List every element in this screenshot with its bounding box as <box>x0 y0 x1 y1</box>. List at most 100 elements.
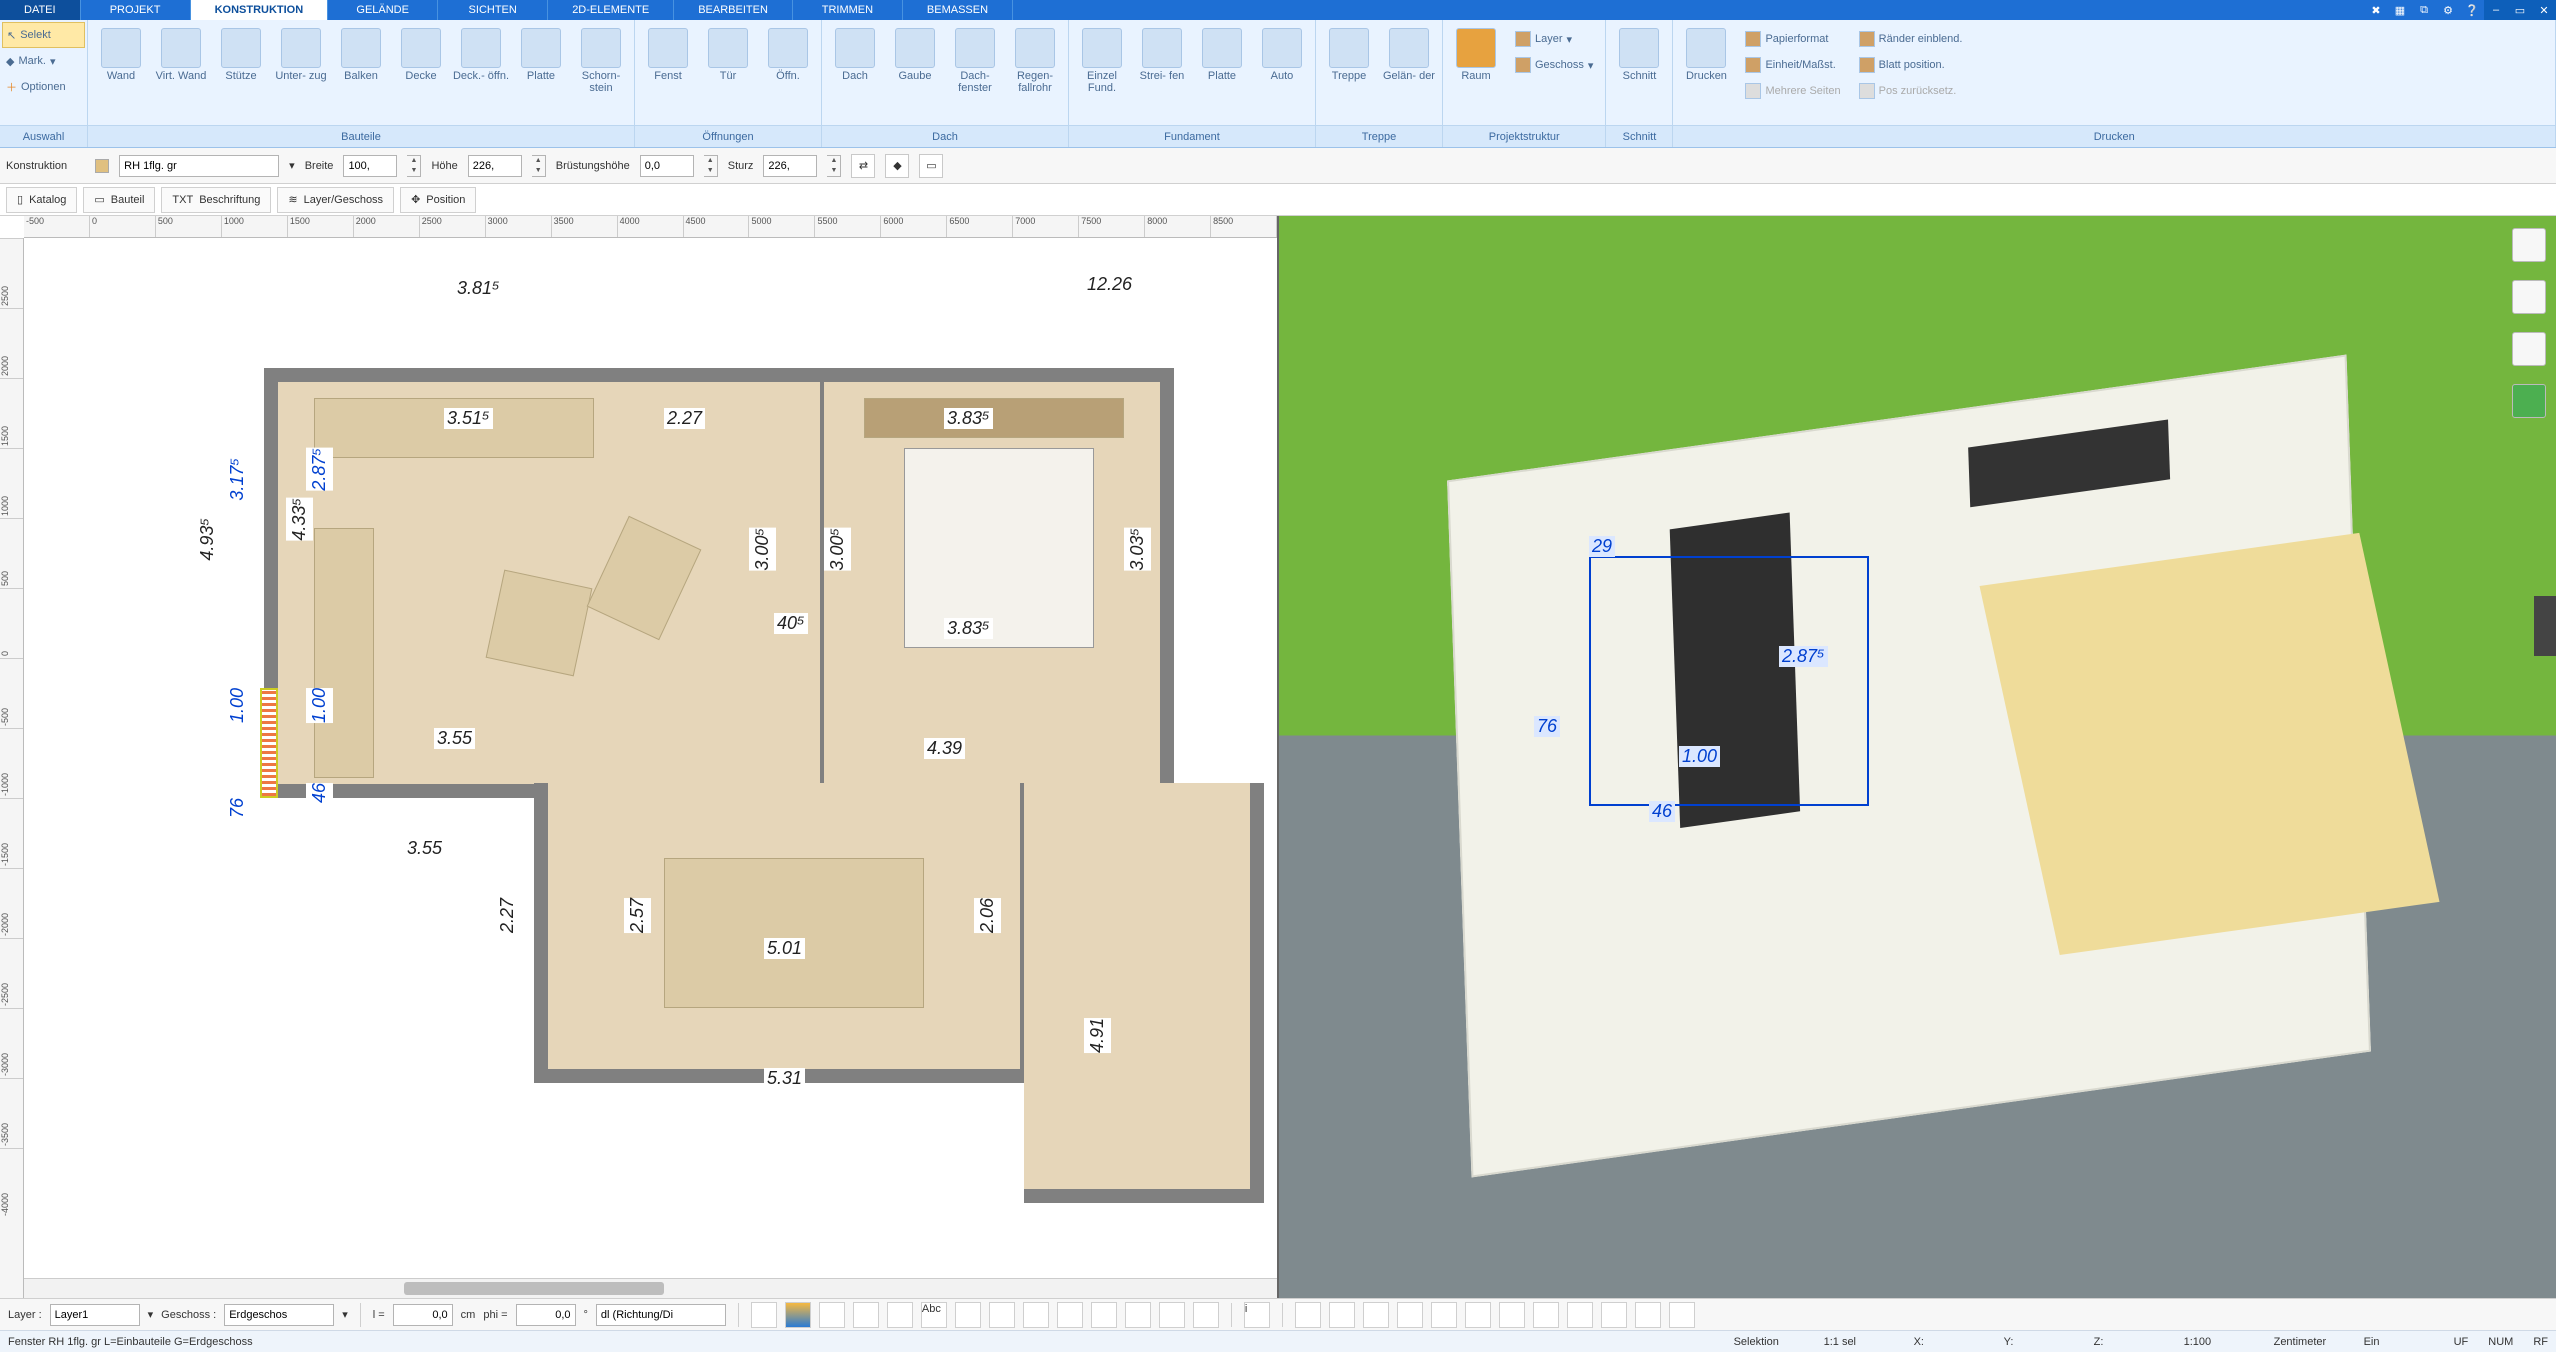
tool-icon-c[interactable]: ⧉ <box>2412 0 2436 20</box>
window-restore[interactable]: ▭ <box>2508 0 2532 20</box>
tab-konstruktion[interactable]: KONSTRUKTION <box>191 0 329 20</box>
vp2-icon[interactable] <box>1329 1302 1355 1328</box>
info-icon[interactable]: i <box>1244 1302 1270 1328</box>
stuetze-button[interactable]: Stütze <box>212 24 270 124</box>
filter-icon[interactable] <box>1125 1302 1151 1328</box>
fenster-button[interactable]: Fenst <box>639 24 697 124</box>
bruest-spinner[interactable]: ▲▼ <box>704 155 718 177</box>
tuer-button[interactable]: Tür <box>699 24 757 124</box>
window-close[interactable]: ✕ <box>2532 0 2556 20</box>
vp7-icon[interactable] <box>1499 1302 1525 1328</box>
tab-2d-elemente[interactable]: 2D-ELEMENTE <box>548 0 674 20</box>
window-3d[interactable] <box>1968 420 2170 508</box>
schnitt-button[interactable]: Schnitt <box>1610 24 1668 124</box>
align-icon[interactable]: ▭ <box>919 154 943 178</box>
orbit-icon[interactable] <box>2512 332 2546 366</box>
rect-icon[interactable] <box>1023 1302 1049 1328</box>
schornstein-button[interactable]: Schorn- stein <box>572 24 630 124</box>
vp3-icon[interactable] <box>1363 1302 1389 1328</box>
tree-icon[interactable] <box>2512 384 2546 418</box>
tool-icon-d[interactable]: ⚙ <box>2436 0 2460 20</box>
vp1-icon[interactable] <box>1295 1302 1321 1328</box>
tab-trimmen[interactable]: TRIMMEN <box>793 0 903 20</box>
wand-button[interactable]: Wand <box>92 24 150 124</box>
tab-bemassen[interactable]: BEMASSEN <box>903 0 1013 20</box>
tab-sichten[interactable]: SICHTEN <box>438 0 548 20</box>
platte-button[interactable]: Platte <box>512 24 570 124</box>
interior-floor[interactable] <box>1980 533 2440 955</box>
chair-icon[interactable] <box>2512 280 2546 314</box>
katalog-button[interactable]: ▯Katalog <box>6 187 77 213</box>
canvas-2d[interactable]: 3.81⁵ 12.26 3.51⁵ 2.27 3.83⁵ 4.93⁵ 3.17⁵… <box>24 238 1277 1278</box>
vp9-icon[interactable] <box>1567 1302 1593 1328</box>
breite-input[interactable] <box>343 155 397 177</box>
drucken-button[interactable]: Drucken <box>1677 24 1735 124</box>
layer-icon[interactable] <box>1091 1302 1117 1328</box>
hoehe-input[interactable] <box>468 155 522 177</box>
side-handle[interactable] <box>2534 596 2556 656</box>
tool-icon-b[interactable]: ▦ <box>2388 0 2412 20</box>
dl-input[interactable] <box>596 1304 726 1326</box>
floor-plan[interactable]: 3.81⁵ 12.26 3.51⁵ 2.27 3.83⁵ 4.93⁵ 3.17⁵… <box>204 278 1224 1098</box>
sturz-spinner[interactable]: ▲▼ <box>827 155 841 177</box>
position-button[interactable]: ✥Position <box>400 187 476 213</box>
dash-icon[interactable] <box>853 1302 879 1328</box>
platte-fund-button[interactable]: Platte <box>1193 24 1251 124</box>
swap-icon[interactable]: ⇄ <box>851 154 875 178</box>
regenfallrohr-button[interactable]: Regen- fallrohr <box>1006 24 1064 124</box>
furniture-table[interactable] <box>486 570 593 677</box>
chevron-down-icon[interactable]: ▾ <box>148 1308 154 1321</box>
sturz-input[interactable] <box>763 155 817 177</box>
phi-input[interactable] <box>516 1304 576 1326</box>
furniture-closet[interactable] <box>864 398 1124 438</box>
einzel-fund-button[interactable]: Einzel Fund. <box>1073 24 1131 124</box>
mark-button[interactable]: ◆Mark.▾ <box>2 48 85 74</box>
tab-projekt[interactable]: PROJEKT <box>81 0 191 20</box>
element-select[interactable] <box>119 155 279 177</box>
eye-icon[interactable] <box>1159 1302 1185 1328</box>
tool-icon-a[interactable]: ✖ <box>2364 0 2388 20</box>
hand-icon[interactable] <box>1193 1302 1219 1328</box>
vp11-icon[interactable] <box>1635 1302 1661 1328</box>
grid-icon[interactable] <box>989 1302 1015 1328</box>
chevron-down-icon[interactable]: ▾ <box>289 159 295 172</box>
bauteil-button[interactable]: ▭Bauteil <box>83 187 155 213</box>
einheit-button[interactable]: Einheit/Maßst. <box>1739 52 1846 78</box>
vp12-icon[interactable] <box>1669 1302 1695 1328</box>
furniture-bed[interactable] <box>904 448 1094 648</box>
lines-icon[interactable] <box>819 1302 845 1328</box>
layers-3d-icon[interactable] <box>2512 228 2546 262</box>
tab-gelaende[interactable]: GELÄNDE <box>328 0 438 20</box>
selected-window[interactable] <box>260 688 278 798</box>
room-kitchen[interactable] <box>1024 783 1264 1203</box>
house-3d[interactable] <box>1447 355 2371 1178</box>
dachfenster-button[interactable]: Dach- fenster <box>946 24 1004 124</box>
dach-button[interactable]: Dach <box>826 24 884 124</box>
layer-dropdown[interactable]: Layer▾ <box>1509 26 1599 52</box>
abc-icon[interactable]: Abc <box>921 1302 947 1328</box>
vp5-icon[interactable] <box>1431 1302 1457 1328</box>
streifen-button[interactable]: Strei- fen <box>1133 24 1191 124</box>
gradient-icon[interactable] <box>785 1302 811 1328</box>
arrow-icon[interactable] <box>887 1302 913 1328</box>
help-icon[interactable]: ❔ <box>2460 0 2484 20</box>
geschoss-select[interactable] <box>224 1304 334 1326</box>
auto-button[interactable]: Auto <box>1253 24 1311 124</box>
bruest-input[interactable] <box>640 155 694 177</box>
optionen-button[interactable]: ＋Optionen <box>2 74 85 100</box>
view-2d[interactable]: -50005001000 1500200025003000 3500400045… <box>0 216 1279 1298</box>
mehrere-seiten-button[interactable]: Mehrere Seiten <box>1739 78 1846 104</box>
scrollbar-horizontal[interactable] <box>24 1278 1277 1298</box>
blatt-pos-button[interactable]: Blatt position. <box>1853 52 1969 78</box>
balken-button[interactable]: Balken <box>332 24 390 124</box>
tab-datei[interactable]: DATEI <box>0 0 81 20</box>
hoehe-spinner[interactable]: ▲▼ <box>532 155 546 177</box>
breite-spinner[interactable]: ▲▼ <box>407 155 421 177</box>
geschoss-dropdown[interactable]: Geschoss▾ <box>1509 52 1599 78</box>
anchor-icon[interactable]: ◆ <box>885 154 909 178</box>
raender-button[interactable]: Ränder einblend. <box>1853 26 1969 52</box>
hatch-a-icon[interactable] <box>751 1302 777 1328</box>
tab-bearbeiten[interactable]: BEARBEITEN <box>674 0 793 20</box>
l-input[interactable] <box>393 1304 453 1326</box>
selection-frame-3d[interactable] <box>1589 556 1869 806</box>
